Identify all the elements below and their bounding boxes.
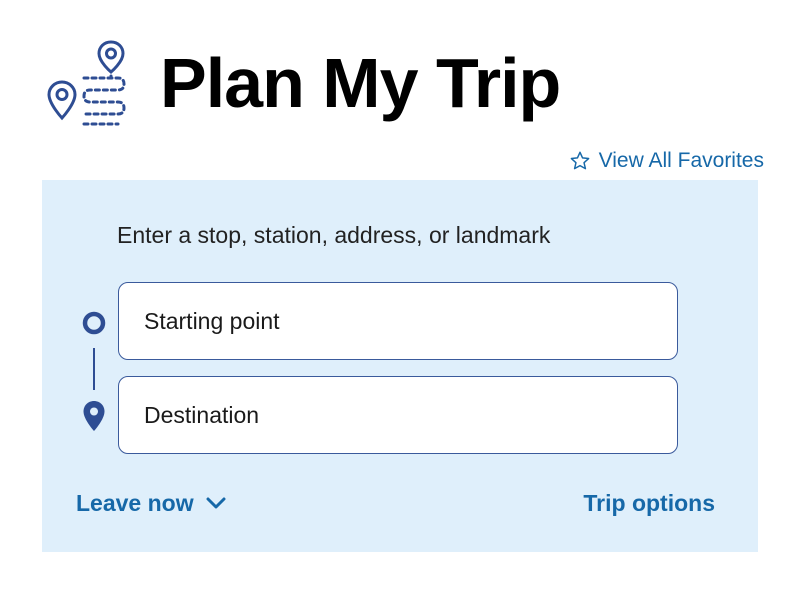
leave-now-label: Leave now (76, 490, 194, 516)
circle-marker-icon (82, 311, 106, 335)
page-header: Plan My Trip (0, 0, 800, 140)
map-pin-icon (83, 401, 105, 431)
chevron-down-icon (206, 497, 226, 509)
trip-planner-panel: Enter a stop, station, address, or landm… (42, 180, 758, 552)
trip-options-button[interactable]: Trip options (583, 487, 715, 519)
route-connector-line (93, 348, 95, 390)
destination-input[interactable] (118, 376, 678, 454)
page-title: Plan My Trip (160, 44, 561, 122)
star-outline-icon (570, 151, 589, 170)
trip-route-icon (47, 40, 126, 126)
view-all-favorites-label: View All Favorites (598, 149, 764, 172)
leave-now-dropdown[interactable]: Leave now (76, 487, 226, 519)
location-instruction: Enter a stop, station, address, or landm… (117, 222, 551, 248)
view-all-favorites-link[interactable]: View All Favorites (569, 146, 764, 176)
starting-point-input[interactable] (118, 282, 678, 360)
